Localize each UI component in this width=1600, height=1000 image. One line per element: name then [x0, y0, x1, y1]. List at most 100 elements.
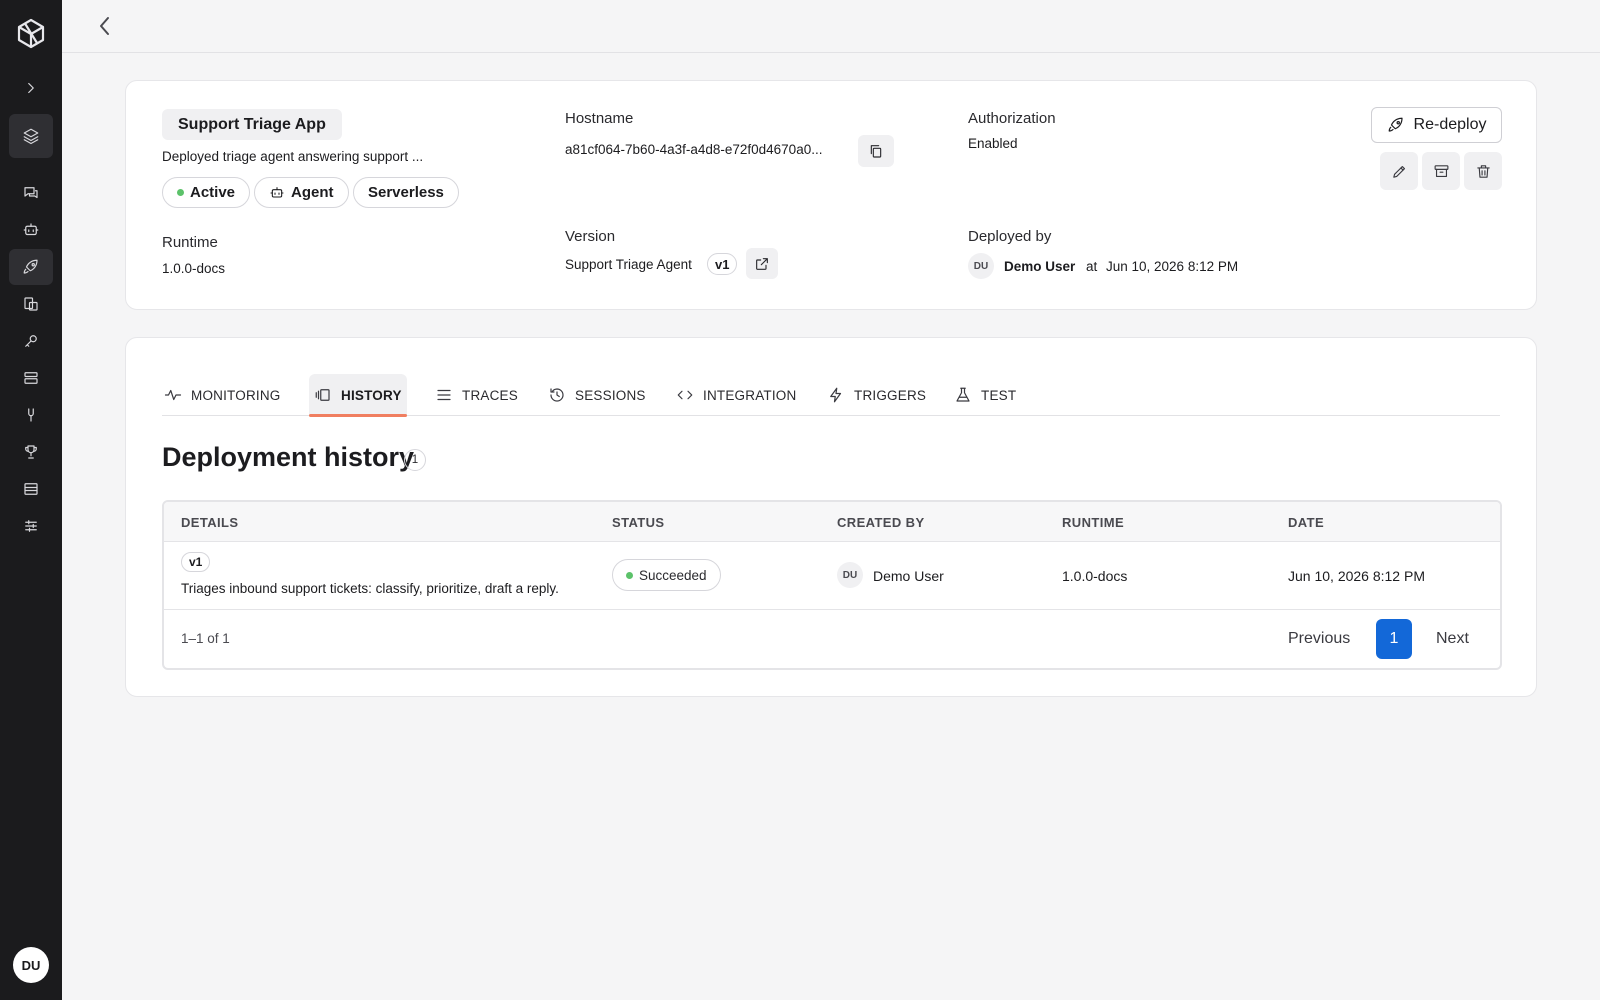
flask-icon — [956, 387, 970, 402]
pencil-icon — [1392, 165, 1405, 178]
version-label: Version — [565, 228, 616, 245]
hostname-value: a81cf064-7b60-4a3f-a4d8-e72f0d4670a0... — [565, 142, 823, 157]
tab-sessions-label: SESSIONS — [575, 387, 646, 403]
back-button[interactable] — [92, 12, 118, 40]
table-header: DETAILS STATUS CREATED BY RUNTIME DATE — [164, 502, 1500, 542]
edit-button[interactable] — [1380, 152, 1418, 190]
sidebar-item-agents[interactable] — [9, 212, 53, 248]
column-header-date[interactable]: DATE — [1288, 515, 1324, 530]
sidebar-item-deployments[interactable] — [9, 249, 53, 285]
tab-test-label: TEST — [981, 387, 1017, 403]
status-badge-label: Active — [190, 184, 236, 201]
page-1-button[interactable]: 1 — [1376, 619, 1412, 659]
tab-triggers[interactable]: TRIGGERS — [827, 374, 926, 416]
row-runtime: 1.0.0-docs — [1062, 568, 1128, 584]
copy-icon — [870, 145, 882, 158]
expand-sidebar-button[interactable] — [9, 70, 53, 106]
trash-icon — [1476, 164, 1490, 178]
tab-integration[interactable]: INTEGRATION — [676, 374, 796, 416]
runtime-value: 1.0.0-docs — [162, 261, 226, 276]
sidebar: DU — [0, 0, 62, 1000]
chat-icon — [24, 187, 38, 199]
sidebar-item-tools[interactable] — [9, 397, 53, 433]
bot-icon — [23, 223, 39, 236]
tab-traces-label: TRACES — [462, 387, 518, 403]
delete-button[interactable] — [1464, 152, 1502, 190]
deployed-by-label: Deployed by — [968, 228, 1052, 245]
sliders-icon — [25, 520, 37, 532]
version-name: Support Triage Agent — [565, 257, 692, 272]
column-header-status[interactable]: STATUS — [612, 515, 664, 530]
deployer-avatar: DU — [968, 253, 994, 279]
type-badge: Agent — [254, 177, 349, 208]
tab-sessions[interactable]: SESSIONS — [548, 374, 646, 416]
bolt-icon — [830, 387, 842, 403]
pagination-range: 1–1 of 1 — [181, 631, 230, 646]
deployed-at: Jun 10, 2026 8:12 PM — [1106, 259, 1239, 274]
sidebar-item-prompts[interactable] — [9, 360, 53, 396]
clock-icon — [550, 388, 564, 402]
deployed-at-prefix: at — [1086, 259, 1098, 274]
tab-bar: MONITORING HISTORY TRACES SESSIONS INTEG… — [162, 374, 1500, 417]
column-header-details[interactable]: DETAILS — [181, 515, 238, 530]
trophy-icon — [25, 445, 37, 459]
row-details: Triages inbound support tickets: classif… — [181, 581, 559, 596]
previous-page-button[interactable]: Previous — [1288, 630, 1350, 648]
sidebar-item-settings[interactable] — [9, 508, 53, 544]
status-badge: Active — [162, 177, 251, 208]
history-card: MONITORING HISTORY TRACES SESSIONS INTEG… — [125, 337, 1537, 697]
app-description: Deployed triage agent answering support … — [162, 149, 424, 164]
row-version-badge: v1 — [181, 552, 211, 572]
mode-badge: Serverless — [353, 177, 459, 208]
list-icon — [437, 389, 451, 401]
table-icon — [24, 483, 38, 495]
database-icon — [24, 297, 38, 311]
tab-history-label: HISTORY — [341, 387, 402, 403]
app-title: Support Triage App — [162, 109, 342, 140]
tab-traces[interactable]: TRACES — [435, 374, 518, 416]
wrench-icon — [28, 408, 34, 422]
tab-monitoring-label: MONITORING — [191, 387, 281, 403]
history-count-badge: 1 — [404, 449, 426, 471]
status-dot — [626, 571, 633, 579]
sidebar-item-keys[interactable] — [9, 323, 53, 359]
next-page-button[interactable]: Next — [1436, 630, 1469, 648]
sidebar-item-layers[interactable] — [9, 114, 53, 158]
sidebar-item-chat[interactable] — [9, 175, 53, 211]
sidebar-item-evals[interactable] — [9, 434, 53, 470]
tab-test[interactable]: TEST — [954, 374, 1016, 416]
authorization-value: Enabled — [968, 136, 1018, 151]
rocket-icon — [23, 259, 38, 274]
row-date: Jun 10, 2026 8:12 PM — [1288, 568, 1425, 584]
logo-icon[interactable] — [15, 17, 47, 49]
table-row[interactable]: v1 Triages inbound support tickets: clas… — [164, 542, 1500, 610]
top-bar — [62, 0, 1600, 53]
row-status-label: Succeeded — [639, 567, 707, 583]
tab-integration-label: INTEGRATION — [703, 387, 797, 403]
sidebar-item-logs[interactable] — [9, 471, 53, 507]
user-avatar[interactable]: DU — [13, 947, 49, 983]
section-title: Deployment history — [162, 442, 415, 472]
archive-button[interactable] — [1422, 152, 1460, 190]
open-version-button[interactable] — [746, 248, 778, 279]
tab-history[interactable]: HISTORY — [309, 374, 407, 417]
copy-hostname-button[interactable] — [858, 135, 894, 167]
sidebar-item-datasets[interactable] — [9, 286, 53, 322]
column-header-runtime[interactable]: RUNTIME — [1062, 515, 1124, 530]
tab-triggers-label: TRIGGERS — [854, 387, 927, 403]
runtime-label: Runtime — [162, 234, 218, 251]
tab-monitoring[interactable]: MONITORING — [164, 374, 281, 416]
redeploy-button[interactable]: Re-deploy — [1371, 107, 1502, 143]
mode-badge-label: Serverless — [368, 184, 444, 201]
hostname-label: Hostname — [565, 110, 634, 127]
archive-icon — [1434, 164, 1448, 177]
chevron-right-icon — [28, 82, 34, 94]
chevron-left-icon — [100, 17, 109, 35]
row-status-badge: Succeeded — [612, 559, 721, 591]
column-header-created-by[interactable]: CREATED BY — [837, 515, 925, 530]
redeploy-label: Re-deploy — [1413, 116, 1487, 133]
stack-icon — [24, 372, 38, 384]
row-created-by: Demo User — [873, 568, 944, 584]
code-icon — [677, 390, 693, 400]
status-dot — [177, 189, 184, 196]
